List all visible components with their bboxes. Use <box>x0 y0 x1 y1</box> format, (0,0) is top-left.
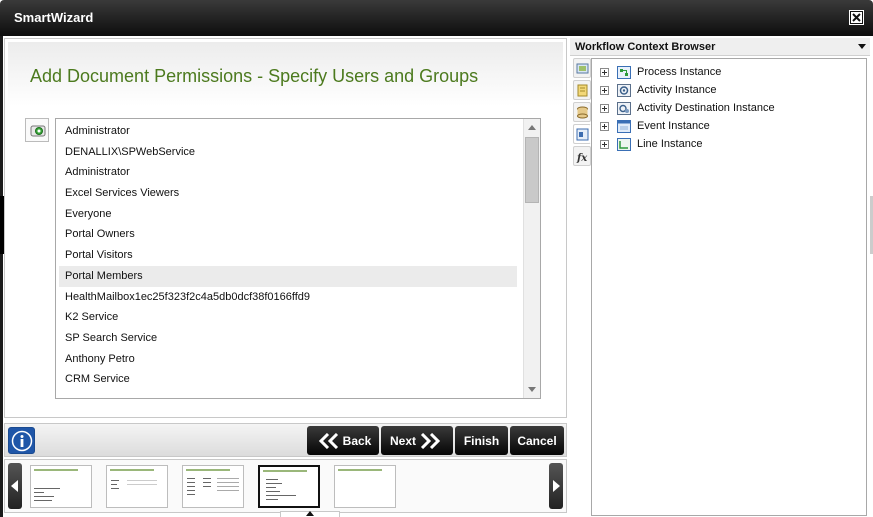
scroll-thumb[interactable] <box>525 137 539 203</box>
list-item[interactable]: Everyone <box>59 204 517 225</box>
list-item[interactable]: Portal Members <box>59 265 517 287</box>
context-browser-panel: Workflow Context Browser fx Process Inst… <box>570 38 870 517</box>
activity-destination-icon <box>617 101 631 115</box>
list-item[interactable]: Excel Services Viewers <box>59 183 517 204</box>
data-icon <box>577 106 588 119</box>
step-thumbnail-strip <box>4 459 567 513</box>
list-item[interactable]: Administrator <box>59 121 517 142</box>
window-title: SmartWizard <box>14 10 94 25</box>
list-item[interactable]: HealthMailbox1ec25f323f2c4a5db0dcf38f016… <box>59 287 517 308</box>
thumbnails-prev-button[interactable] <box>8 463 22 509</box>
step-thumbnail-5[interactable] <box>334 465 396 508</box>
double-chevron-right-icon <box>420 432 440 449</box>
context-browser-title: Workflow Context Browser <box>575 41 716 53</box>
users-groups-list[interactable]: Administrator DENALLIX\SPWebService Admini… <box>55 118 541 399</box>
tree-label: Activity Destination Instance <box>637 102 775 114</box>
close-icon <box>850 11 863 24</box>
finish-label: Finish <box>463 433 500 448</box>
arrow-right-icon <box>553 480 560 492</box>
dropdown-arrow-icon <box>858 44 866 49</box>
tree-label: Process Instance <box>637 66 722 78</box>
list-item[interactable]: CRM Service <box>59 369 517 390</box>
context-tree: Process Instance Activity Instance Activ… <box>591 58 867 516</box>
activity-instance-icon <box>617 83 631 97</box>
tree-label: Event Instance <box>637 120 710 132</box>
arrow-down-icon <box>528 387 536 392</box>
back-button[interactable]: Back <box>307 426 379 455</box>
tree-label: Line Instance <box>637 138 703 150</box>
list-item[interactable]: K2 Service <box>59 307 517 328</box>
arrow-left-icon <box>11 480 18 492</box>
double-chevron-left-icon <box>318 432 338 449</box>
tab-data[interactable] <box>573 102 591 122</box>
context-browser-tabs: fx <box>573 58 591 178</box>
step-thumbnail-1[interactable] <box>30 465 92 508</box>
user-picker-button[interactable] <box>25 118 49 142</box>
wizard-header: Add Document Permissions - Specify Users… <box>8 42 563 106</box>
environment-icon <box>576 63 589 74</box>
expand-icon[interactable] <box>600 67 609 77</box>
left-edge <box>0 36 3 517</box>
svg-text:fx: fx <box>576 153 588 163</box>
next-label: Next <box>389 433 416 448</box>
list-item[interactable]: Portal Owners <box>59 224 517 245</box>
strip-toggle[interactable] <box>280 511 340 517</box>
list-item[interactable]: SP Search Service <box>59 328 517 349</box>
scroll-up-button[interactable] <box>524 119 540 135</box>
tree-label: Activity Instance <box>637 84 717 96</box>
event-instance-icon <box>617 119 631 133</box>
objects-icon <box>577 84 588 97</box>
cancel-button[interactable]: Cancel <box>510 426 564 455</box>
next-button[interactable]: Next <box>381 426 453 455</box>
list-item[interactable]: DENALLIX\SPWebService <box>59 142 517 163</box>
list-item[interactable]: Administrator <box>59 162 517 183</box>
functions-icon: fx <box>576 153 588 163</box>
line-instance-icon <box>617 137 631 151</box>
expand-icon[interactable] <box>600 85 609 95</box>
tab-environment[interactable] <box>573 58 591 78</box>
info-icon <box>11 430 33 452</box>
context-browser-header[interactable]: Workflow Context Browser <box>570 38 870 56</box>
workflow-context-icon <box>576 128 589 141</box>
arrow-up-icon <box>528 125 536 130</box>
step-thumbnail-4[interactable] <box>258 465 320 508</box>
page-title: Add Document Permissions - Specify Users… <box>30 66 479 86</box>
caret-up-icon <box>306 511 314 516</box>
tab-objects[interactable] <box>573 80 591 100</box>
wizard-panel: Add Document Permissions - Specify Users… <box>4 38 567 418</box>
list-item[interactable]: Anthony Petro <box>59 349 517 370</box>
tree-item-process-instance[interactable]: Process Instance <box>600 64 721 80</box>
tab-functions[interactable]: fx <box>573 146 591 166</box>
info-button[interactable] <box>8 427 35 454</box>
expand-icon[interactable] <box>600 121 609 131</box>
step-thumbnail-3[interactable] <box>182 465 244 508</box>
tab-workflow-context[interactable] <box>573 124 591 144</box>
thumbnails-next-button[interactable] <box>549 463 563 509</box>
window-titlebar: SmartWizard <box>0 0 873 36</box>
user-picker-icon <box>30 125 46 137</box>
expand-icon[interactable] <box>600 139 609 149</box>
finish-button[interactable]: Finish <box>455 426 508 455</box>
tree-item-activity-destination-instance[interactable]: Activity Destination Instance <box>600 100 775 116</box>
tree-item-activity-instance[interactable]: Activity Instance <box>600 82 716 98</box>
tree-item-line-instance[interactable]: Line Instance <box>600 136 702 152</box>
process-instance-icon <box>617 65 631 79</box>
tree-item-event-instance[interactable]: Event Instance <box>600 118 710 134</box>
close-button[interactable] <box>849 10 864 25</box>
step-thumbnail-2[interactable] <box>106 465 168 508</box>
expand-icon[interactable] <box>600 103 609 113</box>
cancel-label: Cancel <box>517 433 557 448</box>
list-items: Administrator DENALLIX\SPWebService Admini… <box>59 121 517 390</box>
list-scrollbar[interactable] <box>523 119 540 398</box>
scroll-down-button[interactable] <box>524 382 540 398</box>
wizard-toolbar: Back Next Finish Cancel <box>4 423 567 457</box>
list-item[interactable]: Portal Visitors <box>59 245 517 266</box>
back-label: Back <box>342 433 372 448</box>
